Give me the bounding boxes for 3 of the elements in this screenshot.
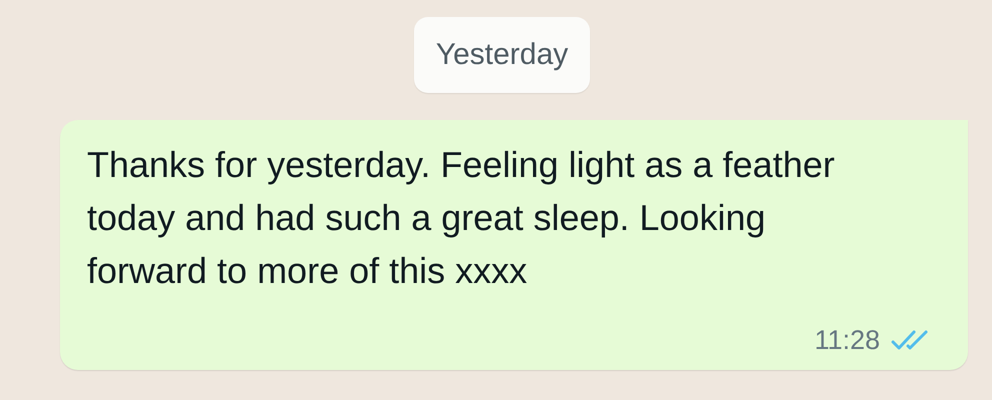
date-chip: Yesterday xyxy=(414,17,590,93)
message-text: Thanks for yesterday. Feeling light as a feather today and had such a great sleep. Looking forward to more of this xxxx xyxy=(87,143,836,293)
message-time: 11:28 xyxy=(814,325,880,356)
